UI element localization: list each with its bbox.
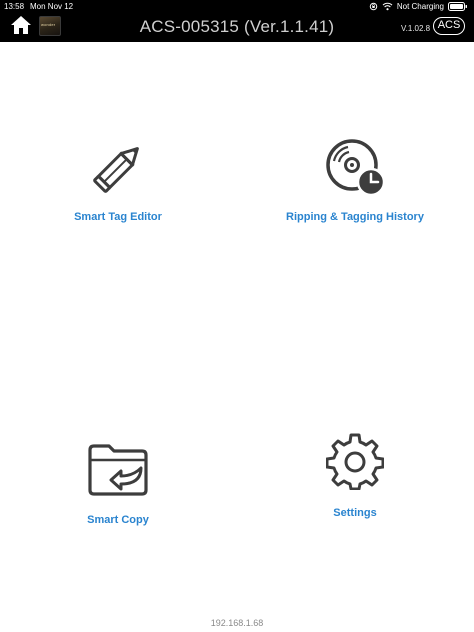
ripping-tagging-history-tile[interactable]: Ripping & Tagging History bbox=[280, 130, 430, 230]
settings-tile[interactable]: Settings bbox=[305, 424, 405, 524]
orientation-lock-icon bbox=[369, 2, 378, 11]
acs-button[interactable]: ACS bbox=[433, 17, 465, 35]
battery-icon bbox=[448, 2, 468, 11]
status-date: Mon Nov 12 bbox=[30, 2, 74, 11]
charging-status: Not Charging bbox=[396, 2, 444, 11]
status-time: 13:58 bbox=[4, 2, 25, 11]
ripping-tagging-history-label: Ripping & Tagging History bbox=[286, 211, 424, 223]
gear-icon bbox=[326, 433, 384, 490]
pencil-icon bbox=[93, 147, 139, 193]
disc-clock-icon bbox=[326, 139, 386, 197]
smart-tag-editor-tile[interactable]: Smart Tag Editor bbox=[58, 130, 178, 230]
ip-address: 192.168.1.68 bbox=[210, 618, 264, 628]
smart-copy-label: Smart Copy bbox=[87, 514, 149, 526]
status-indicators: Not Charging bbox=[369, 1, 468, 12]
smart-tag-editor-label: Smart Tag Editor bbox=[74, 211, 162, 223]
settings-label: Settings bbox=[333, 507, 377, 519]
app-version: V.1.02.8 bbox=[401, 24, 431, 33]
top-bar: 13:58 Mon Nov 12 Not Charging wonder ACS… bbox=[0, 0, 474, 42]
wifi-icon bbox=[382, 2, 393, 11]
folder-arrow-icon bbox=[88, 444, 148, 496]
smart-copy-tile[interactable]: Smart Copy bbox=[68, 432, 168, 532]
